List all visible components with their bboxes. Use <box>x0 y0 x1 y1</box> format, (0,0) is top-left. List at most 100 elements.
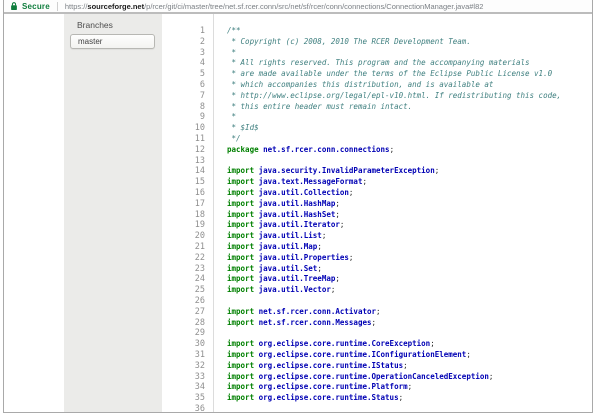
code-line: 12 package net.sf.rcer.conn.connections; <box>162 145 592 156</box>
browser-window: Secure https://sourceforge.net/p/rcer/gi… <box>3 0 593 413</box>
code-line: 2 * Copyright (c) 2008, 2010 The RCER De… <box>162 37 592 48</box>
code-text: * <box>227 112 237 122</box>
code-line: 23 import java.util.Set; <box>162 264 592 275</box>
code-line: 9 * <box>162 112 592 123</box>
code-text: /** <box>227 26 241 35</box>
line-number[interactable]: 1 <box>162 26 213 37</box>
code-text: * <box>227 47 237 57</box>
code-line: 31 import org.eclipse.core.runtime.IConfi… <box>162 350 592 361</box>
line-number[interactable]: 25 <box>162 285 213 296</box>
line-number[interactable]: 8 <box>162 102 213 113</box>
code-line: 21 import java.util.Map; <box>162 242 592 253</box>
line-number[interactable]: 36 <box>162 404 213 412</box>
code-line: 29 <box>162 328 592 339</box>
line-number[interactable]: 29 <box>162 328 213 339</box>
address-bar[interactable]: Secure https://sourceforge.net/p/rcer/gi… <box>4 0 592 14</box>
code-text: import net.sf.rcer.conn.Activator; <box>227 306 381 316</box>
code-line: 16 import java.util.Collection; <box>162 188 592 199</box>
url-scheme: https:// <box>64 1 88 11</box>
line-number[interactable]: 2 <box>162 37 213 48</box>
code-line: 14 import java.security.InvalidParameterE… <box>162 166 592 177</box>
branches-panel: Branches master <box>64 14 162 412</box>
branches-heading: Branches <box>77 20 113 30</box>
code-text: * this entire header must remain intact. <box>227 101 413 111</box>
code-line: 33 import org.eclipse.core.runtime.Operat… <box>162 372 592 383</box>
line-number[interactable]: 15 <box>162 177 213 188</box>
code-line: 36 <box>162 404 592 412</box>
code-line: 26 <box>162 296 592 307</box>
code-line: 22 import java.util.Properties; <box>162 253 592 264</box>
code-line: 11 */ <box>162 134 592 145</box>
line-number[interactable]: 16 <box>162 188 213 199</box>
line-number[interactable]: 9 <box>162 112 213 123</box>
code-line: 24 import java.util.TreeMap; <box>162 274 592 285</box>
code-text: import org.eclipse.core.runtime.IConfigu… <box>227 349 471 359</box>
line-number[interactable]: 21 <box>162 242 213 253</box>
code-line: 10 * $Id$ <box>162 123 592 134</box>
code-line: 7 * http://www.eclipse.org/legal/epl-v10… <box>162 91 592 102</box>
code-text: * are made available under the terms of … <box>227 69 553 79</box>
line-number[interactable]: 10 <box>162 123 213 134</box>
line-number[interactable]: 19 <box>162 220 213 231</box>
line-number[interactable]: 6 <box>162 80 213 91</box>
code-text: */ <box>227 133 241 143</box>
line-number[interactable]: 11 <box>162 134 213 145</box>
line-number[interactable]: 22 <box>162 253 213 264</box>
line-number[interactable]: 30 <box>162 339 213 350</box>
line-number[interactable]: 7 <box>162 91 213 102</box>
line-number[interactable]: 18 <box>162 210 213 221</box>
secure-label[interactable]: Secure <box>22 2 50 11</box>
line-number[interactable]: 14 <box>162 166 213 177</box>
line-number[interactable]: 4 <box>162 58 213 69</box>
code-line: 1 /** <box>162 26 592 37</box>
url-domain: sourceforge.net <box>87 1 145 11</box>
code-text: import java.util.List; <box>227 231 327 241</box>
line-number[interactable]: 26 <box>162 296 213 307</box>
code-text: import java.util.TreeMap; <box>227 274 340 284</box>
code-text: import java.util.Vector; <box>227 285 336 295</box>
code-text: import java.util.Collection; <box>227 187 354 197</box>
address-bar-divider <box>56 1 58 11</box>
line-number[interactable]: 23 <box>162 264 213 275</box>
code-text: * http://www.eclipse.org/legal/epl-v10.h… <box>227 90 562 100</box>
line-number[interactable]: 3 <box>162 48 213 59</box>
line-number[interactable]: 28 <box>162 318 213 329</box>
line-number[interactable]: 20 <box>162 231 213 242</box>
code-line: 8 * this entire header must remain intac… <box>162 102 592 113</box>
code-text: import org.eclipse.core.runtime.Platform… <box>227 382 413 392</box>
line-number[interactable]: 33 <box>162 372 213 383</box>
line-number[interactable]: 17 <box>162 199 213 210</box>
code-line: 5 * are made available under the terms o… <box>162 69 592 80</box>
code-line: 20 import java.util.List; <box>162 231 592 242</box>
code-text: import java.util.Properties; <box>227 252 354 262</box>
code-text: * Copyright (c) 2008, 2010 The RCER Deve… <box>227 36 471 46</box>
code-line: 30 import org.eclipse.core.runtime.CoreEx… <box>162 339 592 350</box>
code-line: 13 <box>162 156 592 167</box>
code-line: 25 import java.util.Vector; <box>162 285 592 296</box>
line-number[interactable]: 12 <box>162 145 213 156</box>
code-text: import java.util.Map; <box>227 241 322 251</box>
code-text: import java.util.Set; <box>227 263 322 273</box>
code-text: import java.util.Iterator; <box>227 220 345 230</box>
page-body: Branches master 1 /** 2 * Copyright (c) 20… <box>4 14 592 412</box>
code-text: import org.eclipse.core.runtime.IStatus; <box>227 360 408 370</box>
code-text: * All rights reserved. This program and … <box>227 58 530 68</box>
line-number[interactable]: 24 <box>162 274 213 285</box>
line-number[interactable]: 31 <box>162 350 213 361</box>
line-number[interactable]: 34 <box>162 382 213 393</box>
code-line: 34 import org.eclipse.core.runtime.Platfo… <box>162 382 592 393</box>
branch-button-master[interactable]: master <box>70 34 155 49</box>
line-number[interactable]: 35 <box>162 393 213 404</box>
url-path: /p/rcer/git/ci/master/tree/net.sf.rcer.c… <box>144 1 484 11</box>
code-text: import net.sf.rcer.conn.Messages; <box>227 317 377 327</box>
url-text[interactable]: https://sourceforge.net/p/rcer/git/ci/ma… <box>65 2 484 11</box>
code-text: import org.eclipse.core.runtime.Status; <box>227 393 404 403</box>
code-line: 27 import net.sf.rcer.conn.Activator; <box>162 307 592 318</box>
line-number[interactable]: 27 <box>162 307 213 318</box>
line-number[interactable]: 32 <box>162 361 213 372</box>
line-number[interactable]: 5 <box>162 69 213 80</box>
line-number[interactable]: 13 <box>162 156 213 167</box>
